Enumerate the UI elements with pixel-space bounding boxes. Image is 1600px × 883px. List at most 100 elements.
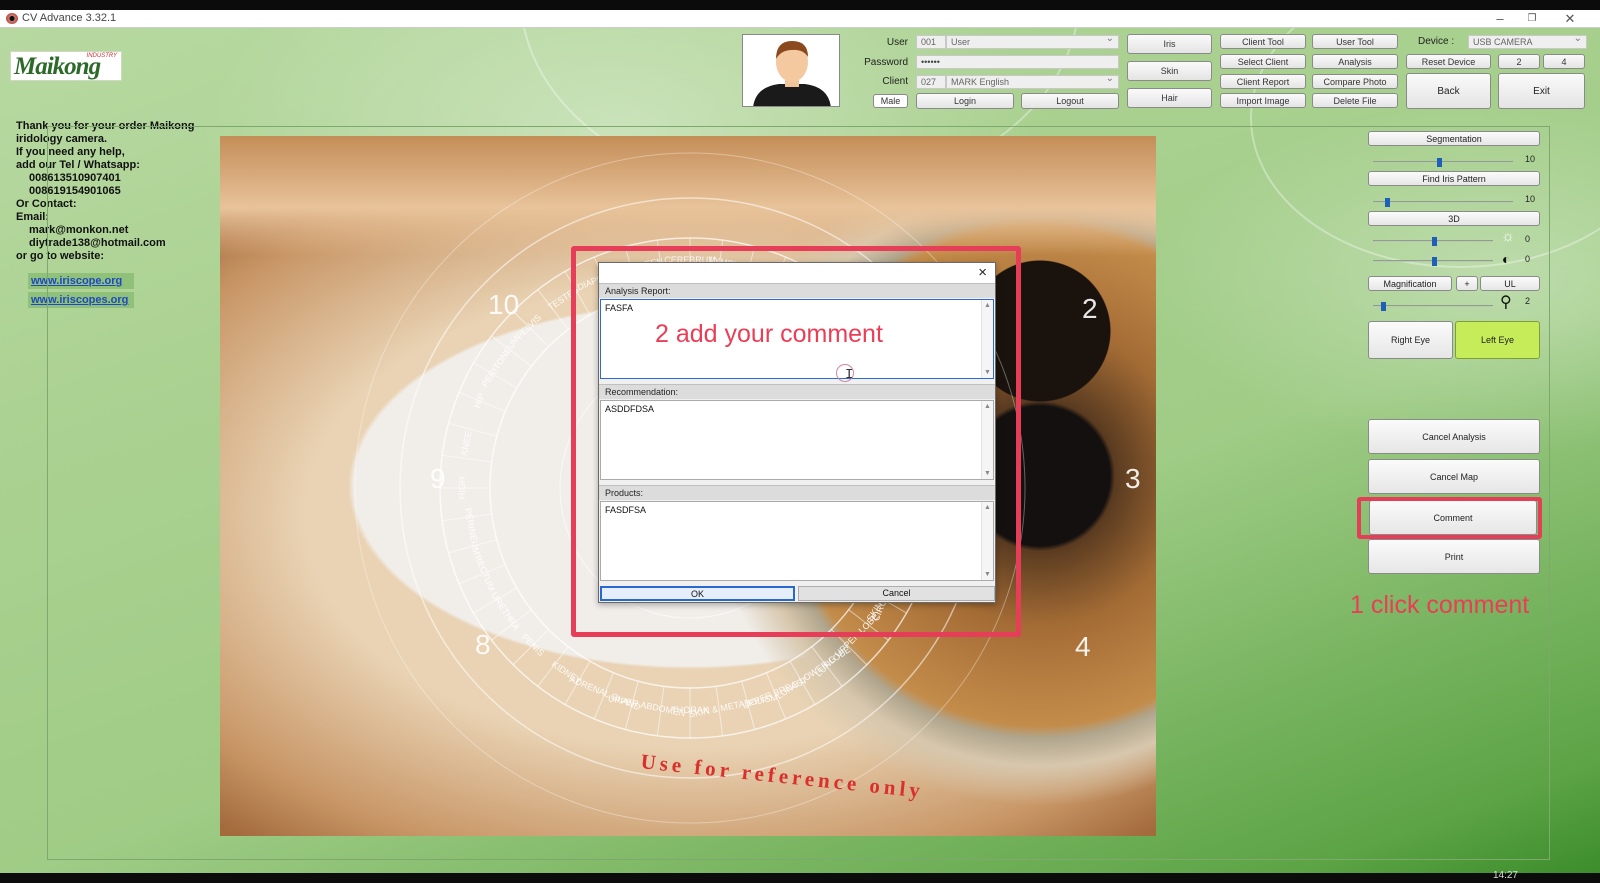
select-client-button[interactable]: Select Client — [1220, 54, 1306, 69]
dialog-header: × — [599, 263, 995, 283]
tab-skin[interactable]: Skin — [1127, 61, 1212, 81]
app-eye-icon — [6, 13, 18, 24]
products-textarea[interactable]: FASDFSA ▲ ▼ — [600, 501, 994, 581]
cancel-analysis-button[interactable]: Cancel Analysis — [1368, 419, 1540, 454]
taskbar-clock: 14:27 — [1492, 870, 1518, 881]
main-area: Maikong INDUSTRY Thank you for your orde… — [0, 28, 1600, 873]
find-iris-pattern-button[interactable]: Find Iris Pattern — [1368, 171, 1540, 186]
magnify-plus-button[interactable]: + — [1456, 276, 1478, 291]
segmentation-slider[interactable] — [1373, 158, 1513, 167]
client-select[interactable]: MARK English — [946, 73, 1119, 89]
user-tool-button[interactable]: User Tool — [1312, 34, 1398, 49]
password-label: Password — [864, 57, 908, 68]
segmentation-button[interactable]: Segmentation — [1368, 131, 1540, 146]
contrast-slider[interactable] — [1373, 257, 1493, 266]
client-label: Client — [882, 76, 908, 87]
logout-button[interactable]: Logout — [1021, 93, 1119, 109]
slider-thumb[interactable] — [1432, 257, 1437, 266]
iris-zone-label: URETHRA — [489, 590, 521, 632]
scrollbar[interactable]: ▲ ▼ — [981, 401, 993, 479]
restore-button[interactable]: ❐ — [1517, 10, 1547, 28]
analysis-button[interactable]: Analysis — [1312, 54, 1398, 69]
client-tool-button[interactable]: Client Tool — [1220, 34, 1306, 49]
scrollbar[interactable]: ▲ ▼ — [981, 502, 993, 580]
analysis-report-text: FASFA — [605, 303, 634, 313]
user-id-field[interactable]: 001 — [916, 35, 946, 49]
top-strip — [0, 0, 1600, 10]
close-window-button[interactable]: ✕ — [1555, 10, 1585, 28]
clock-number: 8 — [475, 629, 491, 660]
slider-thumb[interactable] — [1437, 158, 1442, 167]
slider-thumb[interactable] — [1432, 237, 1437, 246]
scroll-up-icon[interactable]: ▲ — [984, 504, 991, 511]
layout-2-button[interactable]: 2 — [1498, 54, 1540, 69]
tab-hair[interactable]: Hair — [1127, 88, 1212, 108]
delete-file-button[interactable]: Delete File — [1312, 93, 1398, 108]
magnifier-icon: ⚲ — [1500, 294, 1512, 311]
taskbar: 14:27 — [0, 870, 1600, 883]
print-button[interactable]: Print — [1368, 539, 1540, 574]
step-2-annotation: 2 add your comment — [655, 320, 883, 348]
user-label: User — [886, 37, 908, 48]
step-1-annotation: 1 click comment — [1350, 591, 1530, 619]
analysis-report-label: Analysis Report: — [599, 283, 995, 298]
scrollbar[interactable]: ▲ ▼ — [981, 300, 993, 378]
reset-device-button[interactable]: Reset Device — [1406, 54, 1491, 69]
application-window: CV Advance 3.32.1 – ❐ ✕ Maikong INDUSTRY… — [0, 0, 1600, 883]
maikong-logo: Maikong INDUSTRY — [10, 51, 122, 81]
compare-photo-button[interactable]: Compare Photo — [1312, 74, 1398, 89]
cancel-button[interactable]: Cancel — [798, 586, 995, 601]
text-cursor-icon: I — [845, 367, 854, 383]
clock-number: 3 — [1125, 463, 1141, 494]
magnification-slider[interactable] — [1373, 302, 1493, 311]
contrast-value: 0 — [1525, 254, 1531, 264]
tab-iris[interactable]: Iris — [1127, 34, 1212, 54]
clock-number: 4 — [1075, 631, 1091, 662]
slider-thumb[interactable] — [1385, 198, 1390, 207]
magnification-value: 2 — [1525, 296, 1531, 306]
scroll-up-icon[interactable]: ▲ — [984, 302, 991, 309]
iris-zone-label: KIDNEY — [550, 659, 583, 686]
minimize-button[interactable]: – — [1485, 10, 1515, 28]
products-text: FASDFSA — [605, 505, 647, 515]
slider-thumb[interactable] — [1381, 302, 1386, 311]
recommendation-textarea[interactable]: ASDDFDSA ▲ ▼ — [600, 400, 994, 480]
logo-subtext: INDUSTRY — [86, 53, 117, 59]
password-field[interactable]: •••••• — [916, 55, 1119, 69]
exit-button[interactable]: Exit — [1498, 73, 1585, 109]
device-label: Device : — [1418, 36, 1455, 47]
iris-zone-label: KNEE — [459, 431, 474, 457]
scroll-down-icon[interactable]: ▼ — [984, 369, 991, 376]
left-eye-button[interactable]: Left Eye — [1455, 321, 1540, 359]
device-select[interactable]: USB CAMERA — [1468, 33, 1587, 49]
person-icon — [753, 41, 831, 106]
ok-button[interactable]: OK — [600, 586, 795, 601]
ul-button[interactable]: UL — [1480, 276, 1540, 291]
user-select[interactable]: User — [946, 33, 1119, 49]
import-image-button[interactable]: Import Image — [1220, 93, 1306, 108]
find-iris-slider[interactable] — [1373, 198, 1513, 207]
comment-highlight-box — [1357, 497, 1542, 539]
scroll-down-icon[interactable]: ▼ — [984, 470, 991, 477]
brightness-slider[interactable] — [1373, 237, 1493, 246]
right-eye-button[interactable]: Right Eye — [1368, 321, 1453, 359]
login-button[interactable]: Login — [916, 93, 1014, 109]
layout-4-button[interactable]: 4 — [1543, 54, 1585, 69]
gender-button[interactable]: Male — [873, 94, 908, 108]
scroll-up-icon[interactable]: ▲ — [984, 403, 991, 410]
brightness-value: 0 — [1525, 234, 1531, 244]
title-bar: CV Advance 3.32.1 – ❐ ✕ — [0, 10, 1600, 28]
client-report-button[interactable]: Client Report — [1220, 74, 1306, 89]
clock-number: 9 — [430, 463, 446, 494]
brightness-icon: ☼ — [1501, 228, 1515, 245]
client-id-field[interactable]: 027 — [916, 75, 946, 89]
clock-number: 10 — [488, 289, 519, 320]
cancel-map-button[interactable]: Cancel Map — [1368, 459, 1540, 494]
clock-number: 2 — [1082, 293, 1098, 324]
close-icon[interactable]: × — [978, 264, 987, 281]
back-button[interactable]: Back — [1406, 73, 1491, 109]
3d-button[interactable]: 3D — [1368, 211, 1540, 226]
magnification-button[interactable]: Magnification — [1368, 276, 1452, 291]
scroll-down-icon[interactable]: ▼ — [984, 571, 991, 578]
recommendation-text: ASDDFDSA — [605, 404, 655, 414]
